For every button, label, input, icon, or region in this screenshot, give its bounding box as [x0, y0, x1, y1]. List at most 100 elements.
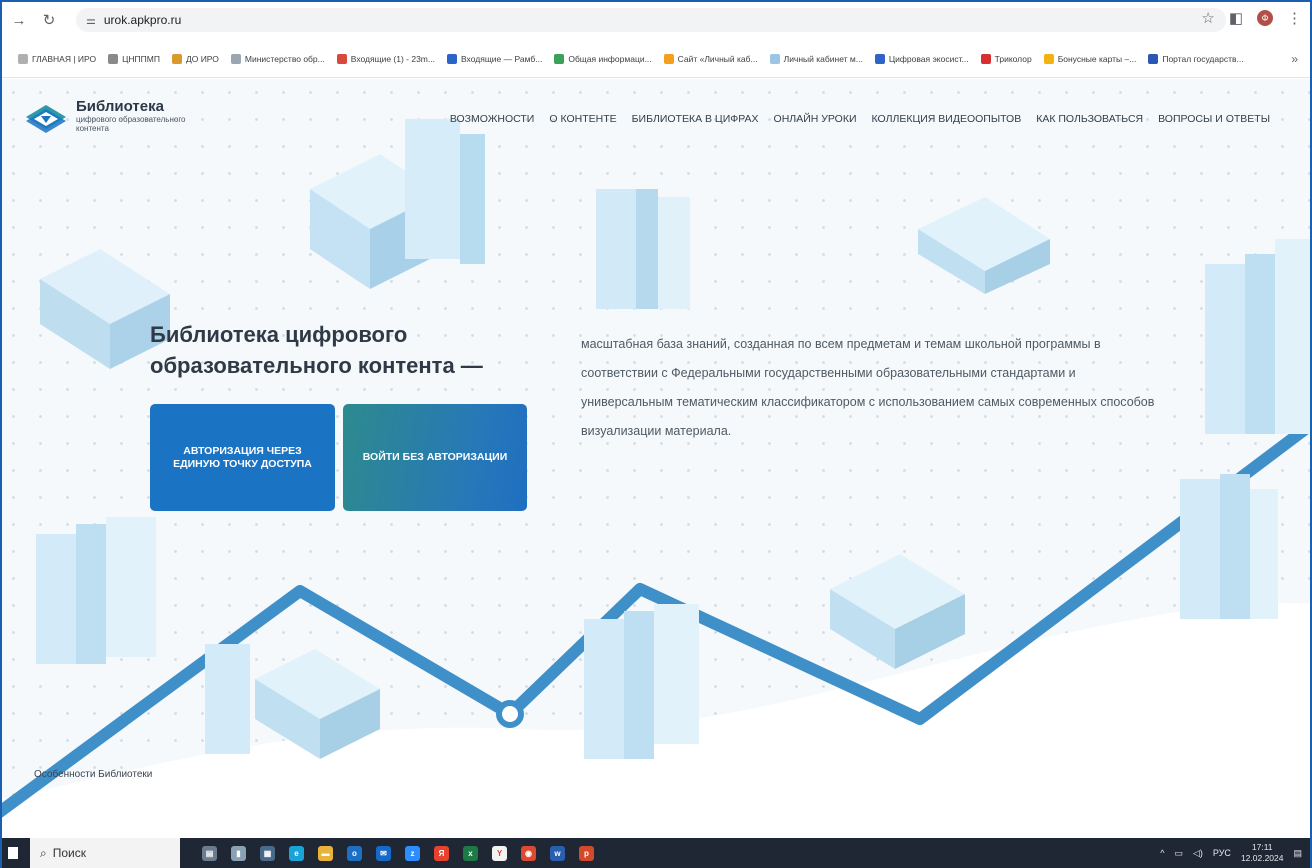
features-link[interactable]: Особенности Библиотеки — [34, 769, 152, 780]
bookmark-label: Цифровая экосист... — [888, 53, 969, 64]
address-bar[interactable]: ⚌ urok.apkpro.ru — [76, 8, 1226, 32]
bookmark-item[interactable]: Триколор — [980, 53, 1032, 64]
forward-icon[interactable]: → — [8, 9, 30, 31]
reload-icon[interactable]: ↻ — [38, 9, 60, 31]
zoom-icon[interactable]: z — [405, 845, 420, 861]
bookmark-item[interactable]: Портал государств... — [1148, 53, 1244, 64]
clock-date: 12.02.2024 — [1240, 853, 1284, 863]
notifications-icon[interactable]: ▤ — [1293, 848, 1302, 859]
calculator-icon[interactable]: ▦ — [260, 845, 275, 861]
bookmark-item[interactable]: Общая информаци... — [554, 53, 652, 64]
side-panel-icon[interactable]: ◧ — [1229, 9, 1243, 27]
page-content: Библиотека цифрового образовательного ко… — [0, 79, 1312, 838]
toolbar-actions: ☆ ◧ Ф ⋮ — [1201, 9, 1302, 27]
start-button[interactable] — [8, 847, 18, 859]
book-flat-center-bottom — [830, 554, 965, 669]
url-text: urok.apkpro.ru — [103, 13, 182, 27]
bookmark-item[interactable]: ЦНППМП — [108, 53, 160, 64]
bookmark-label: Общая информаци... — [568, 53, 652, 64]
taskbar-apps: ▤ ▮ ▦ e ▬ o ✉ z Я x Y ◉ w p — [202, 845, 594, 861]
nav-item-faq[interactable]: ВОПРОСЫ И ОТВЕТЫ — [1158, 113, 1270, 125]
bookmark-label: Министерство обр... — [244, 53, 325, 64]
yandex-icon[interactable]: Я — [434, 845, 449, 861]
enter-without-auth-button[interactable]: ВОЙТИ БЕЗ АВТОРИЗАЦИИ — [343, 404, 527, 511]
nav-item-how-to-use[interactable]: КАК ПОЛЬЗОВАТЬСЯ — [1036, 113, 1143, 125]
browser-toolbar: → ↻ ⚌ urok.apkpro.ru ☆ ◧ Ф ⋮ — [0, 0, 1312, 40]
bookmark-favicon-icon — [663, 53, 674, 64]
bookmark-item[interactable]: ДО ИРО — [171, 53, 219, 64]
nav-item-online-lessons[interactable]: ОНЛАЙН УРОКИ — [774, 113, 857, 125]
book-row-right-bottom — [1180, 474, 1278, 619]
logo-subtitle: цифрового образовательного контента — [76, 115, 186, 133]
bookmark-item[interactable]: Цифровая экосист... — [874, 53, 969, 64]
book-tall-center — [596, 189, 690, 309]
bookmark-label: Личный кабинет м... — [783, 53, 863, 64]
taskbar-search[interactable]: ⌕ Поиск — [30, 838, 180, 868]
nav-item-features[interactable]: ВОЗМОЖНОСТИ — [450, 113, 535, 125]
bookmark-label: Бонусные карты –... — [1057, 53, 1137, 64]
bookmark-label: Триколор — [994, 53, 1032, 64]
book-row-right — [1205, 239, 1312, 434]
bookmark-item[interactable]: Входящие — Рамб... — [446, 53, 543, 64]
clock-time: 17:11 — [1251, 842, 1273, 852]
tray-expand-icon[interactable]: ^ — [1160, 848, 1164, 858]
site-info-icon[interactable]: ⚌ — [86, 14, 96, 27]
book-stack-bottom-left — [205, 644, 380, 759]
hero-description: масштабная база знаний, созданная по все… — [581, 337, 1155, 438]
excel-icon[interactable]: x — [463, 845, 478, 861]
bookmark-label: Входящие — Рамб... — [460, 53, 543, 64]
bookmark-favicon-icon — [1148, 53, 1159, 64]
bookmark-favicon-icon — [554, 53, 565, 64]
bookmark-item[interactable]: ГЛАВНАЯ | ИРО — [18, 53, 97, 64]
bookmark-favicon-icon — [1043, 53, 1054, 64]
mail-icon[interactable]: ✉ — [376, 845, 391, 861]
bookmark-favicon-icon — [446, 53, 457, 64]
word-icon[interactable]: w — [550, 845, 565, 861]
outlook-icon[interactable]: o — [347, 845, 362, 861]
bookmark-item[interactable]: Бонусные карты –... — [1043, 53, 1137, 64]
bookmark-favicon-icon — [108, 53, 119, 64]
bookmark-favicon-icon — [980, 53, 991, 64]
yandex-browser-icon[interactable]: Y — [492, 845, 507, 861]
nav-item-about-content[interactable]: О КОНТЕНТЕ — [549, 113, 616, 125]
nav-item-video-experiments[interactable]: КОЛЛЕКЦИЯ ВИДЕООПЫТОВ — [872, 113, 1022, 125]
taskbar-search-placeholder: Поиск — [52, 846, 86, 860]
bookmark-label: Портал государств... — [1162, 53, 1244, 64]
clock[interactable]: 17:11 12.02.2024 — [1241, 842, 1284, 864]
nav-item-library-in-numbers[interactable]: БИБЛИОТЕКА В ЦИФРАХ — [632, 113, 759, 125]
edge-icon[interactable]: e — [289, 845, 304, 861]
app-icon[interactable]: ▮ — [231, 845, 246, 861]
site-logo[interactable]: Библиотека цифрового образовательного ко… — [24, 99, 206, 137]
language-indicator[interactable]: РУС — [1213, 848, 1231, 858]
bookmarks-more-button[interactable]: » — [1291, 52, 1298, 66]
main-navigation: ВОЗМОЖНОСТИ О КОНТЕНТЕ БИБЛИОТЕКА В ЦИФР… — [450, 113, 1270, 125]
profile-avatar[interactable]: Ф — [1257, 10, 1273, 26]
powerpoint-icon[interactable]: p — [579, 845, 594, 861]
bookmarks-bar: ГЛАВНАЯ | ИРО ЦНППМП ДО ИРО Министерство об… — [0, 40, 1312, 78]
bookmark-item[interactable]: Сайт «Личный каб... — [663, 53, 758, 64]
book-stack-top — [310, 119, 485, 289]
logo-icon — [26, 105, 66, 133]
bookmark-item[interactable]: Личный кабинет м... — [769, 53, 863, 64]
bookmark-favicon-icon — [769, 53, 780, 64]
bookmark-favicon-icon — [18, 53, 28, 64]
network-icon[interactable]: ▭ — [1174, 848, 1183, 859]
search-icon: ⌕ — [40, 845, 47, 860]
bookmark-label: ЦНППМП — [122, 53, 160, 64]
bookmark-favicon-icon — [874, 53, 885, 64]
bookmark-star-icon[interactable]: ☆ — [1201, 9, 1214, 27]
menu-kebab-icon[interactable]: ⋮ — [1287, 9, 1302, 27]
bookmark-label: ГЛАВНАЯ | ИРО — [32, 53, 97, 64]
bookmark-label: ДО ИРО — [185, 53, 219, 64]
task-view-icon[interactable]: ▤ — [202, 845, 217, 861]
book-row-left-bottom — [36, 517, 156, 664]
logo-title: Библиотека — [76, 98, 164, 115]
file-explorer-icon[interactable]: ▬ — [318, 845, 333, 861]
volume-icon[interactable]: ◁) — [1193, 848, 1203, 859]
bookmark-item[interactable]: Министерство обр... — [230, 53, 325, 64]
chrome-icon[interactable]: ◉ — [521, 845, 536, 861]
bookmark-item[interactable]: Входящие (1) - 23m... — [336, 53, 435, 64]
auth-single-access-button[interactable]: АВТОРИЗАЦИЯ ЧЕРЕЗ ЕДИНУЮ ТОЧКУ ДОСТУПА — [150, 404, 335, 511]
book-row-center-bottom — [584, 604, 699, 759]
bookmark-favicon-icon — [336, 53, 347, 64]
